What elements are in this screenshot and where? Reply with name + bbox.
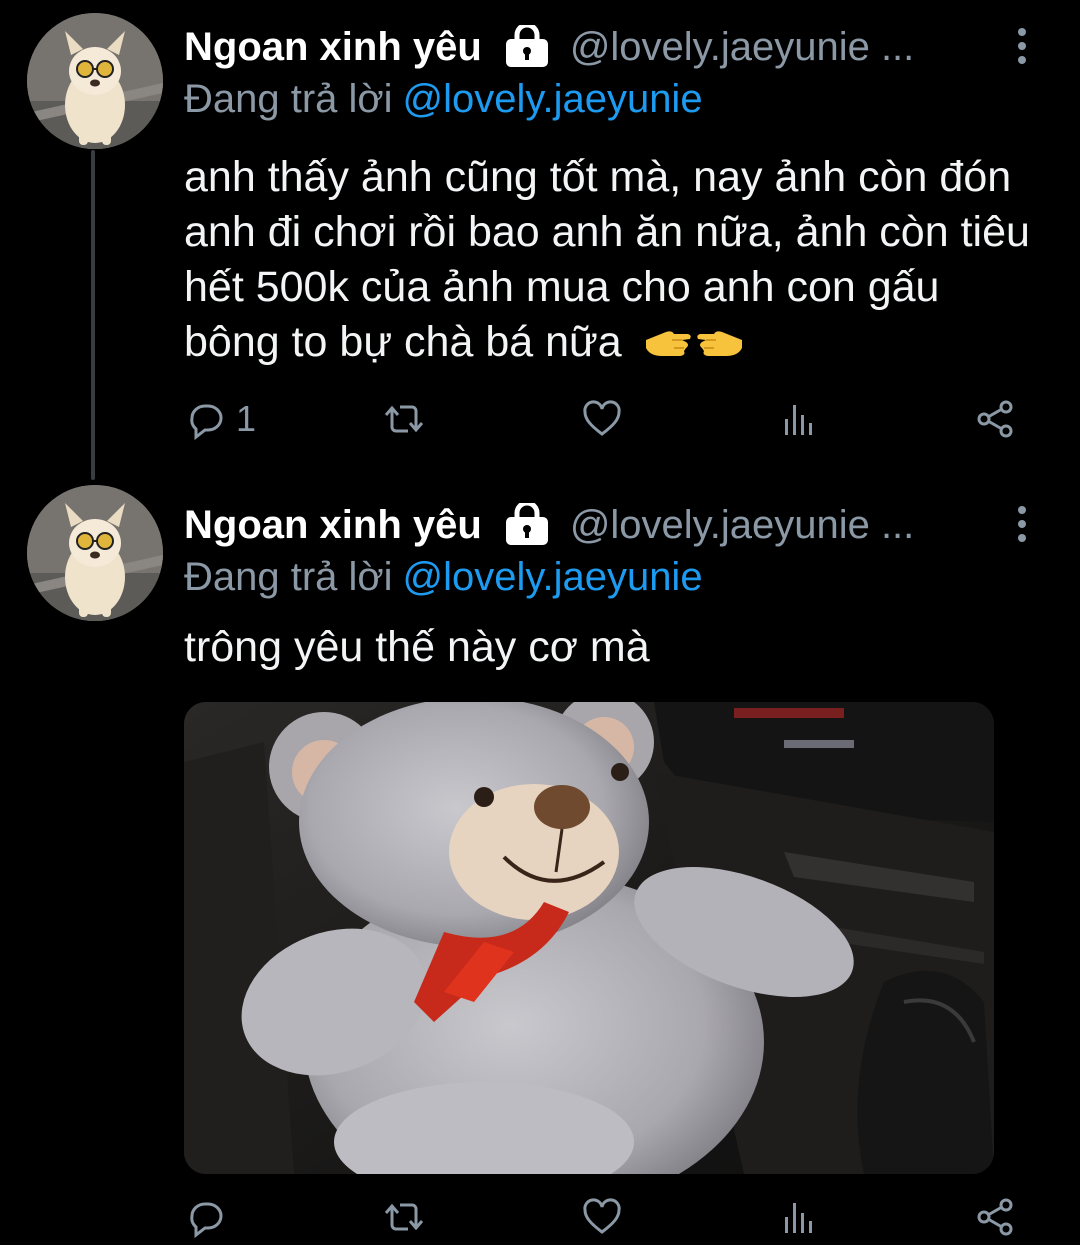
mention-link[interactable]: @lovely.jaeyunie	[403, 555, 703, 599]
retweet-button[interactable]	[382, 1192, 426, 1242]
more-vertical-icon[interactable]	[1014, 26, 1030, 66]
reply-icon	[190, 404, 223, 441]
tweet-header: Ngoan xinh yêu @lovely.jaeyunie ...	[184, 500, 1040, 550]
tweet-text-content: trông yêu thế này cơ mà	[184, 623, 650, 671]
views-icon	[785, 1203, 812, 1233]
share-button[interactable]	[974, 394, 1018, 444]
share-icon	[977, 400, 1013, 438]
mention-link[interactable]: @lovely.jaeyunie	[403, 77, 703, 121]
retweet-icon	[384, 405, 424, 433]
views-button[interactable]	[776, 1192, 820, 1242]
retweet-icon	[384, 1203, 424, 1231]
reply-button[interactable]: 1	[184, 394, 256, 444]
avatar[interactable]	[27, 13, 163, 149]
heart-icon	[583, 400, 621, 436]
author-name[interactable]: Ngoan xinh yêu	[184, 503, 482, 548]
share-icon	[977, 1198, 1013, 1236]
more-vertical-icon[interactable]	[1014, 504, 1030, 544]
tweet-text-content: anh thấy ảnh cũng tốt mà, nay ảnh còn đó…	[184, 153, 1030, 366]
tweet-image-teddy-bear[interactable]	[184, 702, 994, 1174]
author-handle[interactable]: @lovely.jaeyunie ...	[570, 503, 914, 548]
views-icon	[785, 405, 812, 435]
reply-count: 1	[236, 398, 257, 439]
retweet-button[interactable]	[382, 394, 426, 444]
tweet-text: trông yêu thế này cơ mà	[184, 620, 1034, 675]
heart-icon	[583, 1198, 621, 1234]
tweet-actions: 1	[184, 394, 1020, 444]
reply-button[interactable]	[184, 1192, 236, 1242]
author-handle[interactable]: @lovely.jaeyunie ...	[570, 25, 914, 70]
tweet[interactable]: Ngoan xinh yêu @lovely.jaeyunie ... Đang…	[0, 478, 1080, 1245]
reply-icon	[190, 1202, 223, 1239]
tweet-actions	[184, 1192, 1020, 1242]
like-button[interactable]	[580, 1192, 624, 1242]
avatar[interactable]	[27, 485, 163, 621]
author-name[interactable]: Ngoan xinh yêu	[184, 25, 482, 70]
lock-icon	[502, 22, 552, 69]
views-button[interactable]	[776, 394, 820, 444]
lock-icon	[502, 500, 552, 547]
share-button[interactable]	[974, 1192, 1018, 1242]
replying-to: Đang trả lời @lovely.jaeyunie	[184, 555, 703, 600]
replying-to-label: Đang trả lời	[184, 77, 393, 121]
tweet[interactable]: Ngoan xinh yêu @lovely.jaeyunie ... Đang…	[0, 0, 1080, 478]
tweet-header: Ngoan xinh yêu @lovely.jaeyunie ...	[184, 22, 1040, 72]
like-button[interactable]	[580, 394, 624, 444]
replying-to: Đang trả lời @lovely.jaeyunie	[184, 77, 703, 122]
replying-to-label: Đang trả lời	[184, 555, 393, 599]
pointing-hands-emoji	[642, 318, 746, 364]
tweet-text: anh thấy ảnh cũng tốt mà, nay ảnh còn đó…	[184, 150, 1034, 370]
